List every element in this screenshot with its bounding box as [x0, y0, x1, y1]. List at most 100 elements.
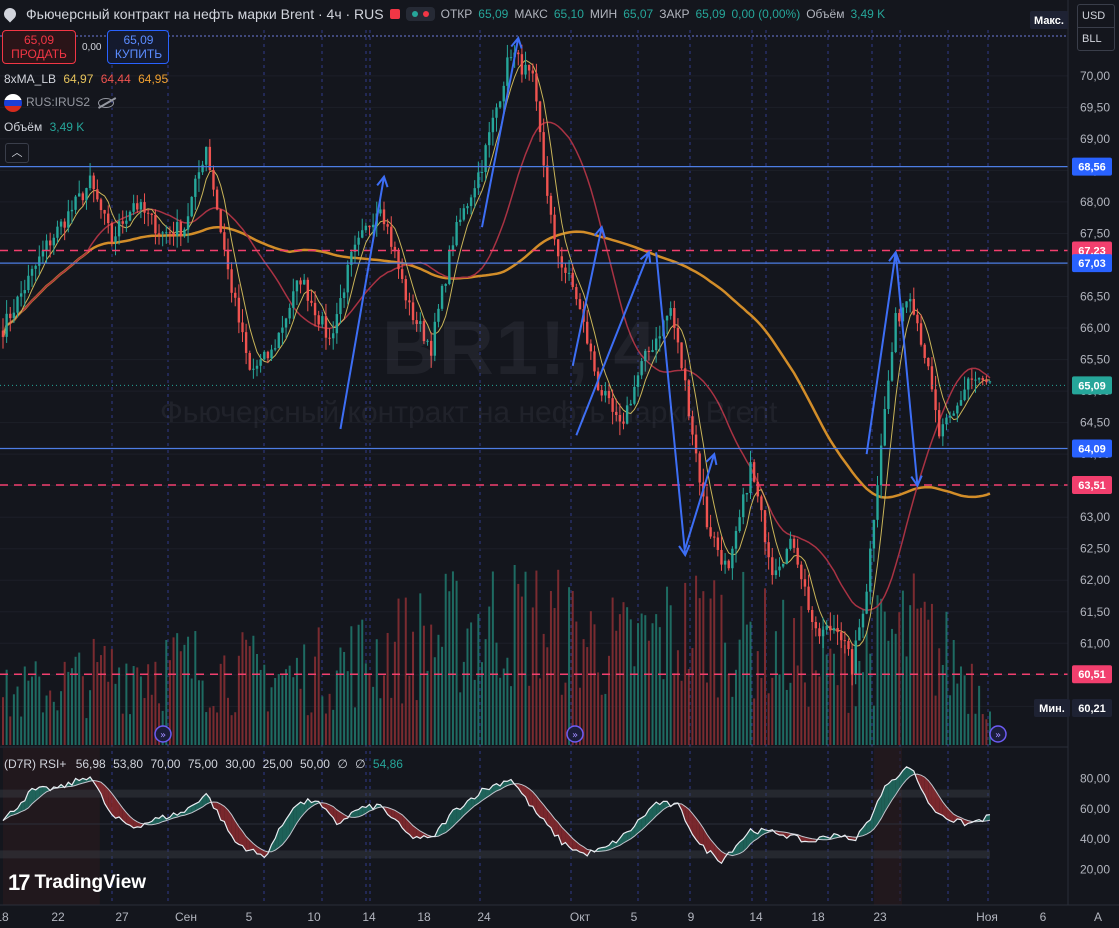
volume-bar [814, 670, 817, 745]
volume-bar [949, 695, 952, 745]
volume-bar [742, 571, 745, 745]
volume-bar [372, 686, 375, 745]
volume-bar [985, 719, 988, 745]
candle-body [865, 591, 868, 614]
candle-body [894, 313, 897, 353]
candle-body [397, 251, 400, 270]
candle-body [919, 323, 923, 345]
volume-bar [691, 648, 694, 745]
volume-bar [542, 633, 545, 745]
candle-body [488, 132, 491, 146]
tradingview-logo[interactable]: 17 TradingView [8, 870, 146, 896]
volume-legend[interactable]: Объём 3,49 K [4, 120, 84, 134]
volume-bar [299, 688, 302, 745]
rsi-param: ∅ [337, 757, 348, 771]
volume-bar [49, 690, 52, 745]
rsi-param: 25,00 [262, 757, 293, 771]
candle-body [45, 240, 48, 251]
eye-hidden-icon[interactable] [98, 98, 115, 108]
candle-body [63, 221, 66, 228]
buy-button[interactable]: 65,09 КУПИТЬ [107, 30, 170, 64]
candle-body [752, 462, 756, 482]
volume-bar [611, 597, 614, 745]
candle-body [705, 496, 709, 528]
ma-legend[interactable]: 8xMA_LB 64,97 64,44 64,95 [4, 72, 168, 86]
price-label: 67,03 [1078, 258, 1106, 270]
volume-bar [909, 605, 912, 745]
volume-bar [978, 685, 981, 745]
candle-body [34, 265, 37, 269]
volume-bar [970, 663, 973, 745]
x-tick-label: 18 [0, 910, 9, 924]
y-tick-label: 62,50 [1080, 542, 1110, 556]
header-volume-label: Объём [806, 7, 845, 21]
candle-body [230, 269, 233, 293]
volume-bar [470, 622, 473, 745]
candle-body [683, 368, 687, 381]
candle-body [103, 210, 106, 214]
volume-bar [205, 712, 208, 745]
candle-body [771, 557, 774, 576]
volume-bar [303, 644, 306, 745]
candle-body [847, 641, 850, 650]
price-chart[interactable]: »»»70,0069,5069,0068,5068,0067,5067,0066… [0, 0, 1119, 928]
volume-bar [408, 675, 411, 745]
volume-bar [865, 630, 868, 745]
flag-icon[interactable] [389, 9, 400, 19]
candle-body [154, 214, 157, 234]
volume-bar [546, 647, 549, 745]
candle-body [168, 232, 172, 234]
volume-bar [887, 640, 890, 745]
rsi-param: 75,00 [187, 757, 218, 771]
candle-body [560, 256, 564, 268]
candle-body [694, 434, 698, 454]
candle-body [328, 337, 331, 339]
volume-bar [288, 665, 291, 745]
candle-body [1, 330, 5, 337]
candle-body [259, 359, 262, 366]
candle-body [517, 52, 520, 55]
x-tick-label: 27 [115, 910, 129, 924]
unit-label[interactable]: BLL [1078, 27, 1114, 50]
sell-button[interactable]: 65,09 ПРОДАТЬ [2, 30, 76, 64]
high-label: МАКС [514, 7, 548, 21]
candle-body [796, 547, 799, 565]
candle-body [745, 492, 749, 495]
candle-body [357, 237, 360, 245]
volume-bar [633, 666, 636, 745]
candle-body [524, 64, 527, 75]
volume-bar [861, 672, 864, 745]
candle-body [538, 101, 542, 133]
event-marker-glyph: » [572, 730, 578, 741]
candle-body [774, 570, 778, 576]
candle-body [27, 275, 30, 291]
candle-body [99, 199, 103, 211]
volume-bar [129, 714, 132, 745]
rsi-legend[interactable]: (D7R) RSI+ 56,98 53,80 70,00 75,00 30,00… [4, 757, 403, 771]
volume-bar [190, 678, 193, 745]
candle-body [498, 101, 502, 108]
candle-body [977, 378, 981, 380]
trend-arrow [894, 252, 919, 486]
candle-body [117, 221, 121, 237]
volume-bar [662, 679, 665, 745]
oil-drop-icon [1, 5, 19, 23]
candle-body [379, 209, 382, 214]
volume-bar [70, 668, 73, 745]
candle-body [237, 297, 241, 323]
unit-selector[interactable]: USD BLL [1077, 4, 1115, 51]
candle-body [803, 579, 807, 587]
volume-bar [883, 611, 886, 745]
chart-title[interactable]: Фьючерсный контракт на нефть марки Brent… [26, 6, 384, 22]
volume-bar [720, 594, 723, 745]
compare-legend[interactable]: RUS:IRUS2 [4, 94, 115, 112]
status-dots-icon[interactable] [405, 7, 435, 21]
volume-bar [397, 598, 400, 745]
currency-selector[interactable]: USD [1078, 5, 1114, 27]
rsi-name: (D7R) RSI+ [4, 757, 67, 771]
volume-bar [259, 669, 262, 745]
candle-body [713, 536, 716, 538]
candle-body [215, 189, 219, 210]
volume-bar [484, 639, 487, 745]
chevron-up-icon[interactable]: ︿ [5, 143, 29, 163]
